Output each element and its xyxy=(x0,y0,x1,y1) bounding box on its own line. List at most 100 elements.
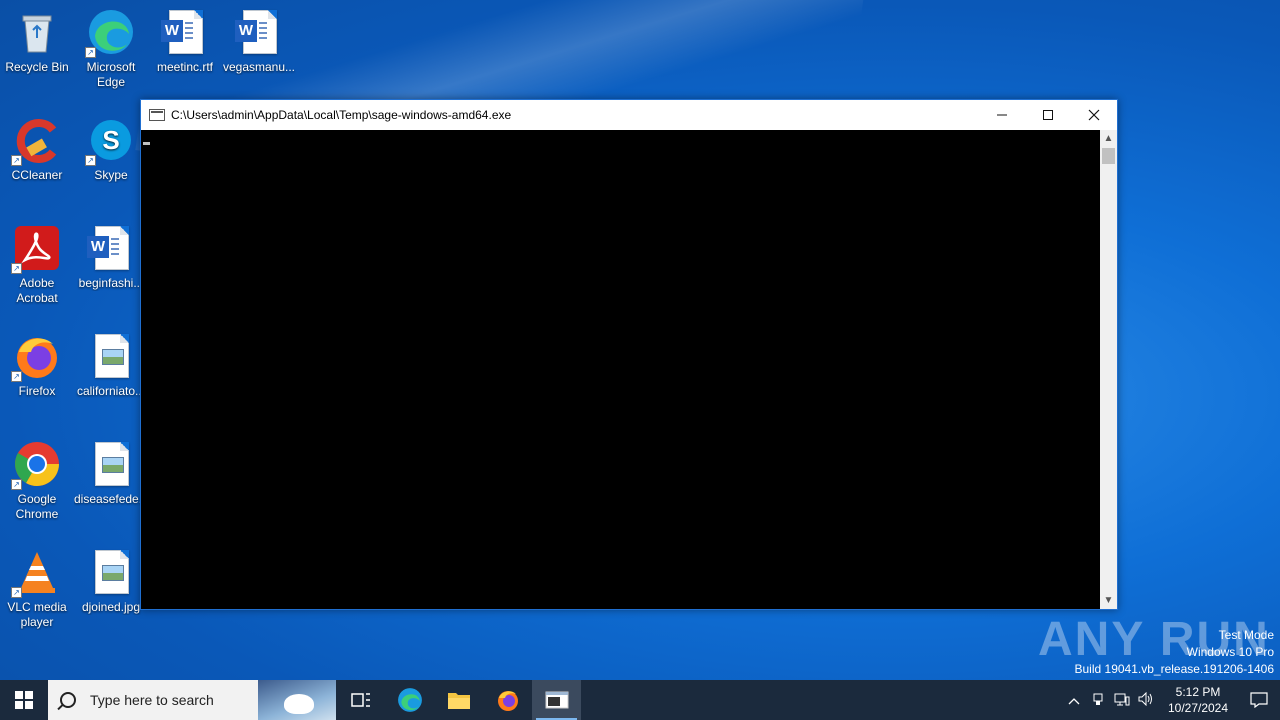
console-window[interactable]: C:\Users\admin\AppData\Local\Temp\sage-w… xyxy=(140,99,1118,610)
shortcut-arrow-icon: ↗ xyxy=(85,155,96,166)
console-app-icon xyxy=(149,109,165,121)
desktop-icon-label: californiato... xyxy=(76,384,146,398)
watermark-line-3: Build 19041.vb_release.191206-1406 xyxy=(1074,662,1275,676)
desktop-icon-acrobat[interactable]: ↗ Adobe Acrobat xyxy=(0,224,74,306)
taskbar-firefox-button[interactable] xyxy=(483,680,532,720)
edge-icon: ↗ xyxy=(85,8,135,58)
scroll-down-button[interactable]: ▼ xyxy=(1100,592,1117,609)
watermark-line-1: Test Mode xyxy=(1218,628,1274,642)
shortcut-arrow-icon: ↗ xyxy=(11,479,22,490)
svg-text:S: S xyxy=(102,125,119,155)
search-icon xyxy=(60,692,76,708)
word-doc-icon: W xyxy=(161,8,209,56)
scroll-up-button[interactable]: ▲ xyxy=(1100,130,1117,147)
desktop-icon-label: Skype xyxy=(94,168,128,182)
taskbar: Type here to search 5:12 PM 10/27/2024 xyxy=(0,680,1280,720)
desktop-icon-ccleaner[interactable]: ↗ CCleaner xyxy=(0,116,74,183)
edge-icon xyxy=(397,688,422,712)
desktop-icon-label: vegasmanu... xyxy=(222,60,296,74)
windows-test-mode-watermark: Test Mode Windows 10 Pro Build 19041.vb_… xyxy=(1075,627,1275,678)
task-view-icon xyxy=(350,693,370,707)
desktop-icon-label: Adobe Acrobat xyxy=(16,276,58,305)
acrobat-icon: ↗ xyxy=(11,224,61,274)
desktop-icon-meetinc[interactable]: W meetinc.rtf xyxy=(148,8,222,75)
desktop-icon-californiato[interactable]: californiato... xyxy=(74,332,148,399)
clock-date: 10/27/2024 xyxy=(1167,701,1229,715)
close-button[interactable] xyxy=(1071,100,1117,130)
scroll-thumb[interactable] xyxy=(1102,148,1115,164)
clock-time: 5:12 PM xyxy=(1175,685,1221,699)
desktop-icon-djoined[interactable]: djoined.jpg xyxy=(74,548,148,615)
image-file-icon xyxy=(87,440,135,488)
firefox-icon xyxy=(497,691,518,711)
minimize-button[interactable] xyxy=(979,100,1025,130)
desktop-icon-edge[interactable]: ↗ Microsoft Edge xyxy=(74,8,148,90)
network-icon xyxy=(1114,693,1130,705)
minimize-icon xyxy=(997,114,1007,116)
desktop-icon-label: Recycle Bin xyxy=(5,60,69,74)
taskbar-search-box[interactable]: Type here to search xyxy=(48,680,336,720)
folder-icon xyxy=(447,693,470,709)
desktop-icon-label: meetinc.rtf xyxy=(156,60,213,74)
volume-icon xyxy=(1138,691,1152,706)
chrome-icon: ↗ xyxy=(11,440,61,490)
task-view-button[interactable] xyxy=(336,680,385,720)
desktop-icon-chrome[interactable]: ↗ Google Chrome xyxy=(0,440,74,522)
desktop-icon-vegasmanu[interactable]: W vegasmanu... xyxy=(222,8,296,75)
shortcut-arrow-icon: ↗ xyxy=(11,371,22,382)
desktop-icon-diseasefede[interactable]: diseasefede... xyxy=(74,440,148,507)
shortcut-arrow-icon: ↗ xyxy=(11,587,22,598)
maximize-icon xyxy=(1043,110,1053,120)
skype-icon: S ↗ xyxy=(85,116,135,166)
ccleaner-icon: ↗ xyxy=(11,116,61,166)
vlc-icon: ↗ xyxy=(11,548,61,598)
taskbar-console-button[interactable] xyxy=(532,680,581,720)
chevron-up-icon xyxy=(1068,698,1080,705)
word-doc-icon: W xyxy=(235,8,283,56)
shortcut-arrow-icon: ↗ xyxy=(85,47,96,58)
desktop-icon-vlc[interactable]: ↗ VLC media player xyxy=(0,548,74,630)
recycle-bin-icon xyxy=(13,8,61,56)
text-cursor xyxy=(143,142,150,145)
windows-logo-icon xyxy=(15,691,33,709)
tray-volume-button[interactable] xyxy=(1134,691,1158,709)
word-doc-icon: W xyxy=(87,224,135,272)
show-hidden-icons-button[interactable] xyxy=(1062,692,1086,708)
desktop-icon-label: djoined.jpg xyxy=(81,600,141,614)
desktop-icon-recycle-bin[interactable]: Recycle Bin xyxy=(0,8,74,75)
desktop-icon-label: CCleaner xyxy=(11,168,63,182)
shortcut-arrow-icon: ↗ xyxy=(11,263,22,274)
taskbar-edge-button[interactable] xyxy=(385,680,434,720)
start-button[interactable] xyxy=(0,680,48,720)
usb-device-icon xyxy=(1093,693,1103,705)
image-file-icon xyxy=(87,548,135,596)
desktop-icon-firefox[interactable]: ↗ Firefox xyxy=(0,332,74,399)
tray-usb-button[interactable] xyxy=(1086,692,1110,709)
tray-network-button[interactable] xyxy=(1110,692,1134,709)
close-icon xyxy=(1088,109,1100,121)
firefox-icon: ↗ xyxy=(11,332,61,382)
maximize-button[interactable] xyxy=(1025,100,1071,130)
desktop-icon-label: beginfashi... xyxy=(78,276,144,290)
console-scrollbar[interactable]: ▲ ▼ xyxy=(1100,130,1117,609)
desktop-icon-skype[interactable]: S ↗ Skype xyxy=(74,116,148,183)
console-icon xyxy=(545,691,568,709)
desktop-icon-beginfashi[interactable]: W beginfashi... xyxy=(74,224,148,291)
shortcut-arrow-icon: ↗ xyxy=(11,155,22,166)
desktop-icon-label: VLC media player xyxy=(7,600,67,629)
search-placeholder: Type here to search xyxy=(90,692,214,708)
desktop-icon-label: Google Chrome xyxy=(15,492,59,521)
watermark-line-2: Windows 10 Pro xyxy=(1186,645,1274,659)
desktop-icon-label: Microsoft Edge xyxy=(86,60,136,89)
system-tray: 5:12 PM 10/27/2024 xyxy=(1062,680,1280,720)
desktop-icon-label: Firefox xyxy=(18,384,56,398)
action-center-button[interactable] xyxy=(1238,692,1280,708)
notification-icon xyxy=(1250,692,1268,708)
image-file-icon xyxy=(87,332,135,380)
desktop-icon-label: diseasefede... xyxy=(74,492,148,506)
console-output-area[interactable] xyxy=(141,130,1100,609)
taskbar-file-explorer-button[interactable] xyxy=(434,680,483,720)
search-highlight-image xyxy=(258,680,336,720)
console-titlebar[interactable]: C:\Users\admin\AppData\Local\Temp\sage-w… xyxy=(141,100,1117,130)
taskbar-clock[interactable]: 5:12 PM 10/27/2024 xyxy=(1158,684,1238,716)
